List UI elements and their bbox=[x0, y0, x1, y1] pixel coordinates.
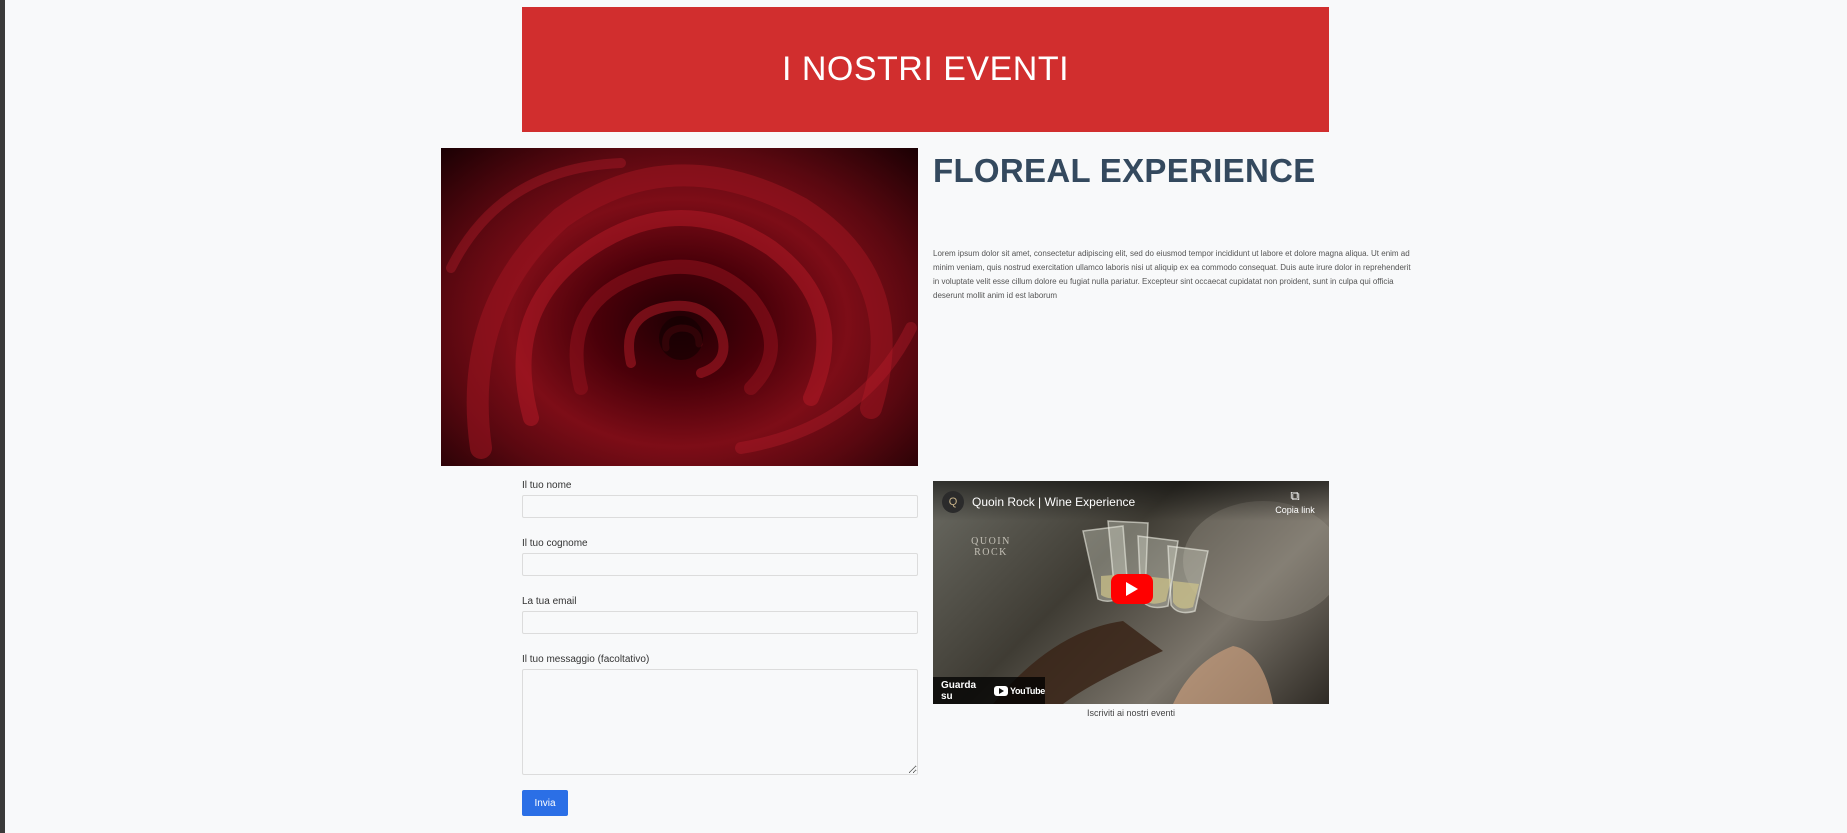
events-banner: I NOSTRI EVENTI bbox=[522, 7, 1329, 132]
first-name-field[interactable] bbox=[522, 495, 918, 518]
event-signup-form: Il tuo nome Il tuo cognome La tua email … bbox=[522, 480, 918, 816]
play-button[interactable] bbox=[1111, 574, 1153, 604]
event-title: FLOREAL EXPERIENCE bbox=[933, 152, 1316, 189]
brand-watermark: QUOIN ROCK bbox=[971, 536, 1011, 558]
channel-avatar[interactable]: Q bbox=[942, 491, 964, 513]
subscribe-caption: Iscriviti ai nostri eventi bbox=[1086, 708, 1176, 718]
message-label: Il tuo messaggio (facoltativo) bbox=[522, 654, 650, 665]
first-name-label: Il tuo nome bbox=[522, 480, 572, 491]
video-title[interactable]: Quoin Rock | Wine Experience bbox=[972, 495, 1135, 509]
copy-link-label: Copia link bbox=[1275, 505, 1315, 515]
email-field[interactable] bbox=[522, 611, 918, 634]
last-name-field[interactable] bbox=[522, 553, 918, 576]
copy-link-button[interactable]: ⧉ Copia link bbox=[1273, 488, 1317, 516]
youtube-logo-icon: YouTube bbox=[993, 685, 1045, 696]
watch-on-label: Guarda su bbox=[941, 679, 977, 702]
rose-image bbox=[441, 148, 918, 466]
submit-button[interactable]: Invia bbox=[522, 790, 568, 816]
watch-on-youtube-button[interactable]: Guarda su YouTube bbox=[933, 677, 1045, 704]
window-edge bbox=[0, 0, 5, 833]
copy-icon: ⧉ bbox=[1290, 488, 1300, 503]
email-label: La tua email bbox=[522, 596, 577, 607]
youtube-wordmark: YouTube bbox=[1009, 685, 1045, 696]
youtube-video-embed[interactable]: Q Quoin Rock | Wine Experience ⧉ Copia l… bbox=[933, 481, 1329, 704]
rose-petals-graphic bbox=[446, 158, 917, 459]
play-icon bbox=[1126, 582, 1138, 596]
last-name-label: Il tuo cognome bbox=[522, 538, 588, 549]
message-field[interactable] bbox=[522, 669, 918, 775]
banner-title: I NOSTRI EVENTI bbox=[781, 50, 1070, 88]
event-description: Lorem ipsum dolor sit amet, consectetur … bbox=[933, 249, 1411, 300]
